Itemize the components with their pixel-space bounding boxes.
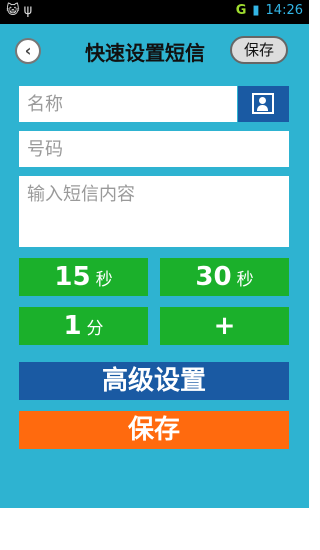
message-content-input[interactable]: 输入短信内容 [19, 176, 289, 247]
top-save-button[interactable]: 保存 [230, 36, 288, 64]
status-left-icons: 😺 ψ [6, 3, 33, 18]
network-icon: G [235, 3, 247, 18]
quick-15-seconds-button[interactable]: 15 秒 [19, 258, 148, 296]
app-screen: ‹ 快速设置短信 保存 名称 号码 输入短信内容 15 秒 30 秒 1分 + 高级… [0, 24, 309, 508]
chevron-left-icon: ‹ [24, 41, 32, 60]
status-time: 14:26 [265, 3, 303, 18]
contact-picker-button[interactable] [238, 86, 289, 122]
content-placeholder: 输入短信内容 [27, 184, 135, 205]
battery-icon: ▮ [252, 3, 260, 18]
contact-icon [252, 93, 274, 114]
quick-value: 15 [54, 262, 91, 292]
number-placeholder: 号码 [27, 139, 63, 160]
number-input[interactable]: 号码 [19, 131, 289, 167]
save-button[interactable]: 保存 [19, 411, 289, 449]
quick-add-button[interactable]: + [160, 307, 289, 345]
quick-value: 30 [195, 262, 232, 292]
page-title: 快速设置短信 [85, 41, 205, 65]
name-input[interactable]: 名称 [19, 86, 237, 122]
quick-1-minute-button[interactable]: 1分 [19, 307, 148, 345]
advanced-settings-button[interactable]: 高级设置 [19, 362, 289, 400]
status-bar: 😺 ψ G ▮ 14:26 [0, 0, 309, 24]
status-right: G ▮ 14:26 [236, 3, 303, 18]
name-placeholder: 名称 [27, 94, 63, 115]
quick-unit: 秒 [95, 270, 113, 290]
quick-value: 1 [63, 311, 82, 341]
quick-unit: 分 [86, 319, 104, 339]
back-button[interactable]: ‹ [15, 38, 41, 64]
quick-30-seconds-button[interactable]: 30 秒 [160, 258, 289, 296]
plus-icon: + [213, 311, 236, 341]
quick-unit: 秒 [236, 270, 254, 290]
